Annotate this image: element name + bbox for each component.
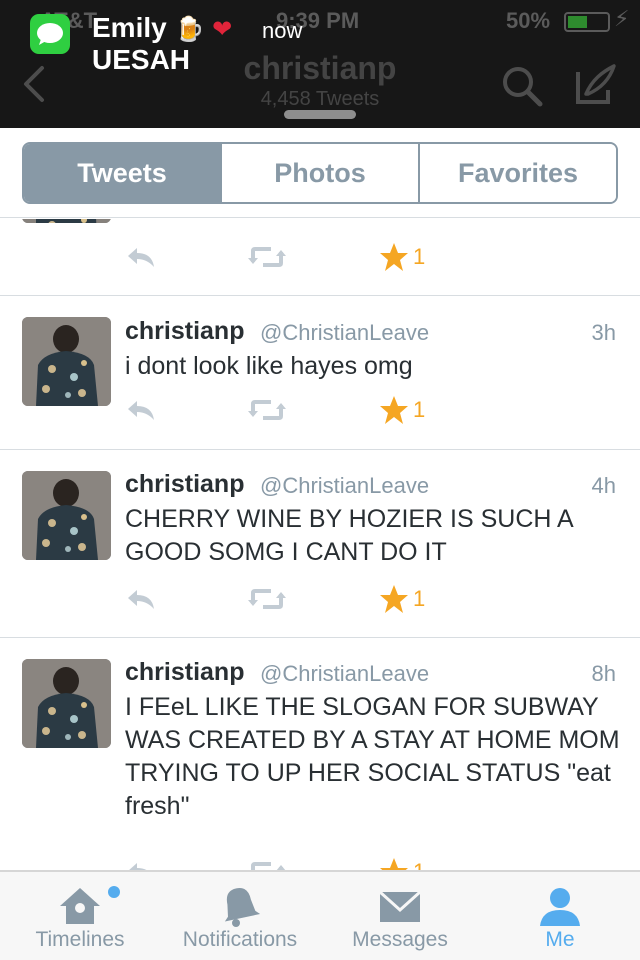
notification-banner[interactable]: Emily 🍺 ❤ now UESAH [0, 0, 640, 128]
messages-icon [30, 14, 70, 54]
envelope-icon [376, 884, 424, 928]
tabbar-messages[interactable]: Messages [320, 872, 480, 960]
tabbar-label: Me [545, 928, 575, 951]
retweet-icon[interactable] [247, 239, 287, 275]
header: AT&T 9:39 PM 50% ⚡ christianp 4,458 Twee… [0, 0, 640, 128]
notification-time: now [262, 18, 303, 43]
beer-emoji-icon: 🍺 [174, 15, 205, 43]
bottom-tab-bar: Timelines Notifications Messages Me [0, 870, 640, 960]
retweet-icon[interactable] [247, 392, 287, 428]
reply-icon[interactable] [125, 581, 157, 617]
tweet-row[interactable]: 1 [0, 219, 640, 296]
tweet-text: I FEeL LIKE THE SLOGAN FOR SUBWAY WAS CR… [125, 693, 620, 820]
tweet-author-name[interactable]: christianp [125, 317, 244, 346]
notification-message: UESAH [92, 44, 191, 75]
tab-tweets[interactable]: Tweets [24, 144, 222, 202]
tweet-actions: 1 [125, 239, 445, 275]
tweet-author-name[interactable]: christianp [125, 470, 244, 499]
reply-icon[interactable] [125, 854, 157, 870]
favorite-star-icon[interactable]: 1 [379, 854, 425, 870]
tab-favorites[interactable]: Favorites [420, 144, 616, 202]
tweet-text: CHERRY WINE BY HOZIER IS SUCH A GOOD SOM… [125, 505, 573, 566]
tabbar-label: Messages [352, 928, 448, 951]
tabbar-label: Timelines [35, 928, 125, 951]
avatar[interactable] [22, 317, 111, 406]
bell-icon [216, 884, 264, 928]
tweet-actions: 1 [125, 392, 445, 428]
tweet-author-handle[interactable]: @ChristianLeave [260, 661, 429, 687]
tweet-timestamp: 8h [591, 661, 616, 686]
reply-icon[interactable] [125, 239, 157, 275]
tweet-author-name[interactable]: christianp [125, 658, 244, 687]
tabbar-me[interactable]: Me [480, 872, 640, 960]
avatar[interactable] [22, 659, 111, 748]
tweet-timestamp: 3h [591, 320, 616, 345]
favorite-star-icon[interactable]: 1 [379, 581, 425, 617]
tweet-actions: 1 [125, 581, 445, 617]
reply-icon[interactable] [125, 392, 157, 428]
banner-grabber[interactable] [284, 110, 356, 119]
sender-name: Emily [92, 12, 167, 43]
notification-sender: Emily 🍺 ❤ [92, 12, 232, 44]
retweet-icon[interactable] [247, 854, 287, 870]
tweet-timestamp: 4h [591, 473, 616, 498]
tweet-row[interactable]: christianp @ChristianLeave 8h I FEeL LIK… [0, 638, 640, 870]
person-icon [536, 884, 584, 928]
tweet-author-handle[interactable]: @ChristianLeave [260, 320, 429, 346]
tabbar-notifications[interactable]: Notifications [160, 872, 320, 960]
favorite-count: 1 [413, 244, 426, 269]
tweet-text: i dont look like hayes omg [125, 352, 413, 380]
profile-tabs-bar: Tweets Photos Favorites [0, 128, 640, 218]
tabbar-timelines[interactable]: Timelines [0, 872, 160, 960]
favorite-count: 1 [413, 397, 426, 422]
avatar[interactable] [22, 219, 111, 223]
tweet-actions: 1 [125, 854, 445, 870]
tweet-timeline[interactable]: 1 christianp @ChristianLeave 3h i dont l… [0, 219, 640, 870]
heart-emoji-icon: ❤ [212, 15, 233, 43]
favorite-star-icon[interactable]: 1 [379, 392, 425, 428]
tabbar-label: Notifications [182, 928, 298, 951]
favorite-count: 1 [413, 859, 425, 870]
retweet-icon[interactable] [247, 581, 287, 617]
tweet-author-handle[interactable]: @ChristianLeave [260, 473, 429, 499]
tweet-row[interactable]: christianp @ChristianLeave 4h CHERRY WIN… [0, 450, 640, 638]
profile-tabs: Tweets Photos Favorites [22, 142, 618, 204]
favorite-count: 1 [413, 586, 426, 611]
home-icon [56, 884, 104, 928]
unread-badge [108, 886, 120, 898]
favorite-star-icon[interactable]: 1 [379, 239, 425, 275]
avatar[interactable] [22, 471, 111, 560]
tweet-row[interactable]: christianp @ChristianLeave 3h i dont loo… [0, 296, 640, 450]
tab-photos[interactable]: Photos [222, 144, 420, 202]
